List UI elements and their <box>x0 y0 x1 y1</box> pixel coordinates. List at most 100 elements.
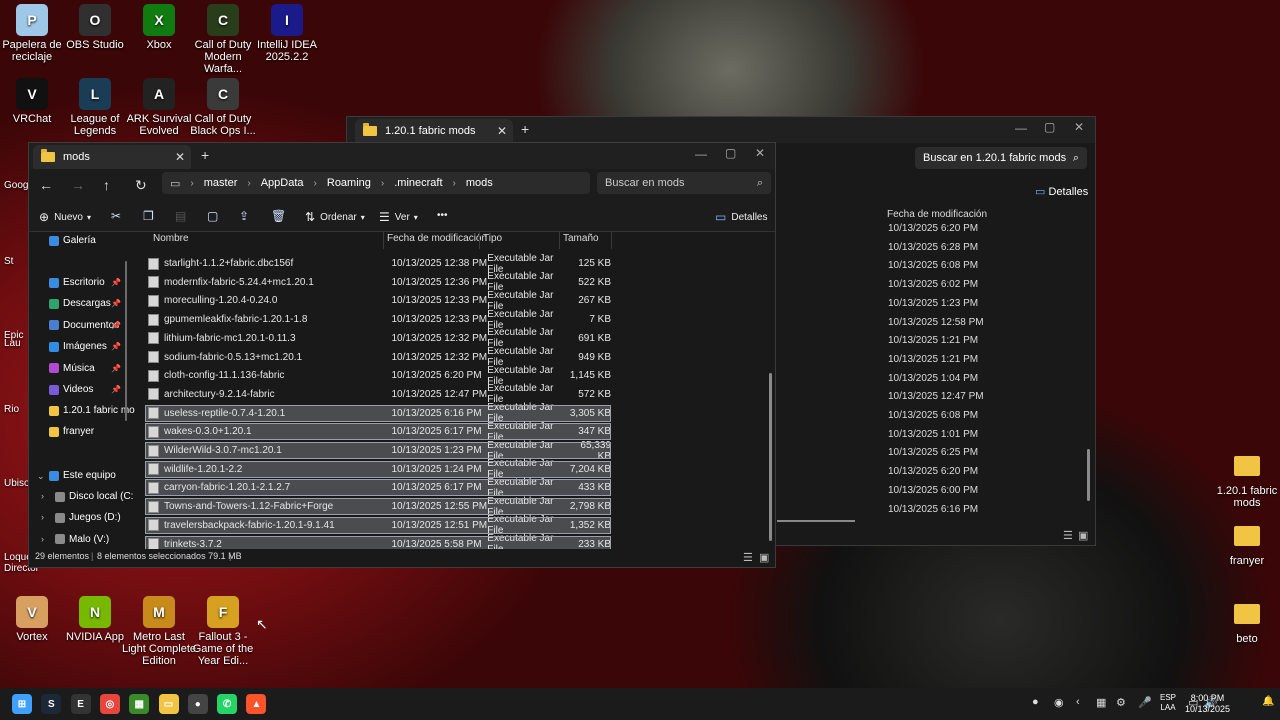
desktop-shortcut[interactable]: C Call of Duty Modern Warfa... <box>186 4 260 75</box>
chevron-down-icon[interactable]: ⌄ <box>37 471 45 482</box>
file-row[interactable]: moreculling-1.20.4-0.24.0 10/13/2025 12:3… <box>145 290 611 312</box>
new-tab-icon[interactable]: + <box>521 121 529 137</box>
breadcrumb-item[interactable]: AppData <box>261 177 304 189</box>
address-bar[interactable]: ▭ › master › AppData › Roaming › .minecraft › mod… <box>162 172 590 194</box>
file-row[interactable]: useless-reptile-0.7.4-1.20.1 10/13/2025 6… <box>145 402 611 424</box>
notification-icon[interactable]: 🔔 <box>1262 696 1274 707</box>
partial-desktop-label[interactable]: St <box>4 256 13 267</box>
breadcrumb-chevron-icon[interactable]: › <box>381 178 384 189</box>
file-row[interactable]: Towns-and-Towers-1.12-Fabric+Forge 10/13/… <box>145 496 611 518</box>
file-row[interactable]: sodium-fabric-0.5.13+mc1.20.1 10/13/2025 … <box>145 346 611 368</box>
github-icon[interactable]: ● <box>187 694 208 714</box>
sidebar-item[interactable]: Documentos <box>49 320 119 331</box>
mic-icon[interactable]: 🎤 <box>1138 696 1152 709</box>
steam-icon[interactable]: S <box>41 694 62 714</box>
col-divider[interactable] <box>383 231 384 249</box>
file-list-scrollbar[interactable] <box>769 373 772 541</box>
close-window-icon[interactable]: ✕ <box>1074 120 1084 134</box>
breadcrumb-item[interactable]: master <box>204 177 238 189</box>
chevron-right-icon[interactable]: › <box>41 512 44 522</box>
explorer-window[interactable]: mods ✕ + — ▢ ✕ ← → ↑ ↻ ▭ › master › AppData ›… <box>28 142 776 568</box>
sidebar-item[interactable]: Escritorio <box>49 277 105 288</box>
share-icon[interactable]: ⇪ <box>239 209 249 223</box>
breadcrumb-item[interactable]: mods <box>466 177 493 189</box>
clock[interactable]: 8:00 PM 10/13/2025 <box>1185 693 1230 715</box>
sidebar-item[interactable]: Descargas <box>49 298 111 309</box>
desktop-shortcut[interactable]: X Xbox <box>122 4 196 51</box>
tray-icon[interactable]: ‹ <box>1076 696 1080 708</box>
sort-button[interactable]: ⇅ Ordenar ▾ <box>305 210 365 224</box>
file-row[interactable]: architectury-9.2.14-fabric 10/13/2025 12:… <box>145 383 611 405</box>
chrome-icon[interactable]: ◎ <box>99 694 120 714</box>
desktop-shortcut[interactable]: franyer <box>1210 520 1280 567</box>
sidebar-item[interactable]: Disco local (C: <box>55 491 133 502</box>
minimize-icon[interactable]: — <box>695 147 707 161</box>
grid-view-icon[interactable]: ▣ <box>759 551 769 564</box>
breadcrumb-chevron-icon[interactable]: › <box>247 178 250 189</box>
col-name[interactable]: Nombre <box>153 233 189 244</box>
breadcrumb-chevron-icon[interactable]: › <box>190 178 193 189</box>
desktop-shortcut[interactable]: A ARK Survival Evolved <box>122 78 196 137</box>
col-date[interactable]: Fecha de modificación <box>387 233 487 244</box>
chevron-right-icon[interactable]: › <box>41 491 44 501</box>
back-arrow-icon[interactable]: ← <box>39 177 53 193</box>
up-arrow-icon[interactable]: ↑ <box>103 177 110 193</box>
breadcrumb-chevron-icon[interactable]: › <box>314 178 317 189</box>
file-row[interactable]: wakes-0.3.0+1.20.1 10/13/2025 6:17 PM Exec… <box>145 421 611 443</box>
close-window-icon[interactable]: ✕ <box>755 146 765 160</box>
tray-icon[interactable]: ● <box>1032 696 1039 708</box>
sidebar-item[interactable]: Juegos (D:) <box>55 512 121 523</box>
steam-tray-icon[interactable]: ⚙ <box>1116 696 1126 709</box>
sidebar-item[interactable]: Videos <box>49 384 93 395</box>
epic-icon[interactable]: E <box>70 694 91 714</box>
back-scrollbar[interactable] <box>1087 449 1090 501</box>
file-row[interactable]: lithium-fabric-mc1.20.1-0.11.3 10/13/2025… <box>145 327 611 349</box>
desktop-shortcut[interactable]: N NVIDIA App <box>58 596 132 643</box>
col-divider[interactable] <box>559 231 560 249</box>
copy-icon[interactable]: ❐ <box>143 209 154 223</box>
partial-desktop-label[interactable]: Googl <box>4 180 31 191</box>
desktop-shortcut[interactable]: 1.20.1 fabric mods <box>1210 450 1280 509</box>
sidebar-item[interactable]: Galería <box>49 235 96 246</box>
forward-arrow-icon[interactable]: → <box>71 177 85 193</box>
more-button[interactable]: ••• <box>437 210 448 221</box>
desktop-shortcut[interactable]: M Metro Last Light Complete Edition <box>122 596 196 667</box>
tray-icon[interactable]: ▦ <box>1096 696 1106 709</box>
file-row[interactable]: cloth-config-11.1.136-fabric 10/13/2025 6… <box>145 365 611 387</box>
list-view-icon[interactable]: ☰ <box>1063 529 1073 542</box>
grid-view-icon[interactable]: ▣ <box>1078 529 1088 542</box>
back-search-input[interactable]: Buscar en 1.20.1 fabric mods ⌕ <box>915 147 1087 169</box>
view-button[interactable]: ☰ Ver ▾ <box>379 210 418 224</box>
maximize-icon[interactable]: ▢ <box>725 146 736 160</box>
desktop-shortcut[interactable]: I IntelliJ IDEA 2025.2.2 <box>250 4 324 63</box>
file-row[interactable]: trinkets-3.7.2 10/13/2025 5:58 PM Executab… <box>145 533 611 549</box>
search-input[interactable]: Buscar en mods ⌕ <box>597 172 771 194</box>
back-col-date[interactable]: Fecha de modificación <box>887 209 987 220</box>
sidebar-scrollbar[interactable] <box>125 261 127 421</box>
file-row[interactable]: starlight-1.1.2+fabric.dbc156f 10/13/2025… <box>145 253 611 275</box>
desktop-shortcut[interactable]: F Fallout 3 - Game of the Year Edi... <box>186 596 260 667</box>
whatsapp-icon[interactable]: ✆ <box>217 694 238 714</box>
explorer-icon[interactable]: ▭ <box>158 694 179 714</box>
close-icon[interactable]: ✕ <box>497 124 507 138</box>
new-tab-icon[interactable]: + <box>201 147 209 163</box>
paste-icon[interactable]: ▤ <box>175 209 186 223</box>
partial-desktop-label[interactable]: Lau <box>4 338 21 349</box>
file-row[interactable]: carryon-fabric-1.20.1-2.1.2.7 10/13/2025 … <box>145 477 611 499</box>
minecraft-icon[interactable]: ▦ <box>129 694 150 714</box>
col-size[interactable]: Tamaño <box>563 233 599 244</box>
tab-mods[interactable]: mods ✕ <box>33 145 191 169</box>
sidebar-item[interactable]: 1.20.1 fabric mo <box>49 405 135 416</box>
sidebar-item[interactable]: Imágenes <box>49 341 107 352</box>
delete-icon[interactable]: 🗑 <box>271 209 286 223</box>
sidebar-item[interactable]: Música <box>49 363 95 374</box>
rename-icon[interactable]: ▢ <box>207 209 218 223</box>
file-row[interactable]: gpumemleakfix-fabric-1.20.1-1.8 10/13/202… <box>145 309 611 331</box>
back-tab[interactable]: 1.20.1 fabric mods ✕ <box>355 119 513 143</box>
file-row[interactable]: travelersbackpack-fabric-1.20.1-9.1.41 10… <box>145 514 611 536</box>
breadcrumb-chevron-icon[interactable]: › <box>453 178 456 189</box>
desktop-shortcut[interactable]: C Call of Duty Black Ops I... <box>186 78 260 137</box>
cut-icon[interactable]: ✂ <box>111 209 121 223</box>
desktop-shortcut[interactable]: L League of Legends <box>58 78 132 137</box>
col-type[interactable]: Tipo <box>483 233 502 244</box>
